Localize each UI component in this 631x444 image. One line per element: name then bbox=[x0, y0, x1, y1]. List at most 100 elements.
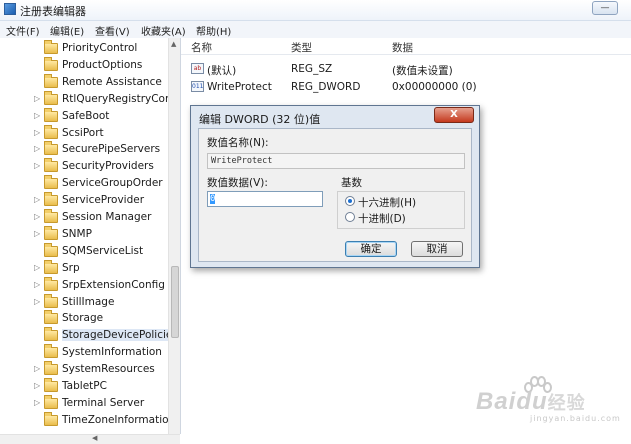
tree-item[interactable]: ▷ SrpExtensionConfig bbox=[0, 276, 170, 294]
expand-arrow-icon[interactable]: ▷ bbox=[34, 212, 40, 221]
tree-item[interactable]: ServiceGroupOrder bbox=[0, 175, 170, 192]
tree-item[interactable]: ▷ SNMP bbox=[0, 225, 170, 243]
value-row-default[interactable]: ab (默认) REG_SZ (数值未设置) bbox=[181, 60, 631, 78]
folder-icon bbox=[44, 209, 58, 223]
tree-item[interactable]: TimeZoneInformation bbox=[0, 411, 175, 429]
menu-favorites[interactable]: 收藏夹(A) bbox=[141, 23, 186, 38]
folder-icon bbox=[44, 344, 58, 359]
scroll-up-arrow-icon[interactable]: ▲ bbox=[171, 40, 176, 48]
tree-item-label: Terminal Server bbox=[62, 396, 145, 409]
value-data-input[interactable]: 0 bbox=[207, 191, 323, 207]
dialog-close-button[interactable]: X bbox=[434, 107, 474, 123]
column-header-data[interactable]: 数据 bbox=[392, 40, 413, 55]
tree-item-label: StillImage bbox=[62, 295, 115, 308]
tree-item-label: TabletPC bbox=[62, 380, 107, 392]
tree-item-label: SystemResources bbox=[62, 363, 155, 376]
tree-item[interactable]: ▷ RtlQueryRegistryConf bbox=[0, 90, 175, 108]
tree-item-label: ScsiPort bbox=[62, 126, 104, 139]
folder-icon bbox=[44, 56, 58, 71]
menu-help[interactable]: 帮助(H) bbox=[196, 23, 231, 38]
tree-vertical-scrollbar[interactable]: ▲ bbox=[168, 38, 180, 434]
tree-item-label: TimeZoneInformation bbox=[62, 413, 176, 426]
minimize-button[interactable]: — bbox=[592, 1, 618, 15]
expand-arrow-icon[interactable]: ▷ bbox=[34, 128, 40, 137]
registry-key-tree[interactable]: PriorityControl ProductOptions Remote Assi… bbox=[0, 38, 181, 434]
expand-arrow-icon[interactable]: ▷ bbox=[34, 161, 40, 170]
tree-item[interactable]: Remote Assistance bbox=[0, 73, 170, 91]
folder-icon bbox=[44, 141, 58, 156]
value-data: (数值未设置) bbox=[392, 65, 453, 77]
expand-arrow-icon[interactable]: ▷ bbox=[34, 364, 40, 373]
expand-arrow-icon[interactable]: ▷ bbox=[34, 144, 40, 153]
tree-item[interactable]: SQMServiceList bbox=[0, 242, 170, 260]
scroll-left-arrow-icon[interactable]: ◀ bbox=[92, 434, 97, 442]
tree-item[interactable]: ▷ Srp bbox=[0, 259, 170, 277]
tree-item[interactable]: ▷ StillImage bbox=[0, 293, 170, 311]
menu-edit[interactable]: 编辑(E) bbox=[50, 23, 84, 38]
tree-item[interactable]: ▷ TabletPC bbox=[0, 378, 170, 395]
value-data: 0x00000000 (0) bbox=[392, 81, 477, 93]
menu-view[interactable]: 查看(V) bbox=[95, 23, 130, 38]
tree-item[interactable]: ▷ ServiceProvider bbox=[0, 192, 170, 209]
tree-item[interactable]: ▷ ScsiPort bbox=[0, 124, 170, 142]
expand-arrow-icon[interactable]: ▷ bbox=[34, 263, 40, 272]
tree-item-label: SafeBoot bbox=[62, 109, 110, 122]
tree-item[interactable]: StorageDevicePolicies bbox=[0, 327, 178, 344]
watermark-brand: Baidu经验 bbox=[476, 388, 586, 415]
ok-button[interactable]: 确定 bbox=[345, 241, 397, 257]
edit-dword-dialog: 编辑 DWORD (32 位)值 X 数值名称(N): WriteProtect… bbox=[190, 105, 480, 268]
tree-item-label: SrpExtensionConfig bbox=[62, 278, 165, 291]
tree-item-label: Remote Assistance bbox=[62, 75, 162, 88]
expand-arrow-icon[interactable]: ▷ bbox=[34, 398, 40, 407]
tree-item[interactable]: ▷ SafeBoot bbox=[0, 107, 170, 125]
value-type: REG_DWORD bbox=[291, 81, 361, 93]
tree-item-label: RtlQueryRegistryConf bbox=[62, 92, 176, 105]
folder-icon bbox=[44, 73, 58, 88]
folder-icon bbox=[44, 327, 58, 342]
tree-item[interactable]: ProductOptions bbox=[0, 56, 170, 74]
expand-arrow-icon[interactable]: ▷ bbox=[34, 111, 40, 120]
tree-item-label: SNMP bbox=[62, 227, 92, 240]
menu-file[interactable]: 文件(F) bbox=[6, 23, 40, 38]
cancel-button[interactable]: 取消 bbox=[411, 241, 463, 257]
column-header-type[interactable]: 类型 bbox=[291, 40, 312, 55]
expand-arrow-icon[interactable]: ▷ bbox=[34, 280, 40, 289]
expand-arrow-icon[interactable]: ▷ bbox=[34, 297, 40, 306]
folder-icon bbox=[44, 276, 58, 291]
tree-item[interactable]: ▷ SystemResources bbox=[0, 361, 170, 378]
value-name-field: WriteProtect bbox=[207, 153, 465, 169]
tree-item[interactable]: ▷ Session Manager bbox=[0, 209, 170, 226]
tree-item[interactable]: PriorityControl bbox=[0, 40, 170, 57]
folder-icon bbox=[44, 378, 58, 392]
value-name-label: 数值名称(N): bbox=[207, 137, 269, 149]
tree-item[interactable]: SystemInformation bbox=[0, 344, 170, 361]
tree-item[interactable]: Storage bbox=[0, 310, 170, 327]
value-data-label: 数值数据(V): bbox=[207, 177, 268, 189]
scrollbar-thumb[interactable] bbox=[171, 266, 179, 338]
tree-item-label: SystemInformation bbox=[62, 346, 162, 359]
folder-icon bbox=[44, 225, 58, 240]
expand-arrow-icon[interactable]: ▷ bbox=[34, 195, 40, 204]
tree-item[interactable]: ▷ Terminal Server bbox=[0, 394, 170, 412]
radio-checked-icon[interactable] bbox=[345, 196, 355, 206]
folder-icon bbox=[44, 40, 58, 54]
expand-arrow-icon[interactable]: ▷ bbox=[34, 381, 40, 390]
value-name: WriteProtect bbox=[207, 81, 272, 93]
expand-arrow-icon[interactable]: ▷ bbox=[34, 94, 40, 103]
radio-unchecked-icon[interactable] bbox=[345, 212, 355, 222]
decimal-radio-label[interactable]: 十进制(D) bbox=[358, 211, 406, 226]
expand-arrow-icon[interactable]: ▷ bbox=[34, 229, 40, 238]
tree-item-label: Storage bbox=[62, 312, 104, 325]
value-name: (默认) bbox=[207, 65, 237, 77]
value-data-text: 0 bbox=[210, 194, 216, 204]
hex-radio-label[interactable]: 十六进制(H) bbox=[358, 195, 416, 210]
column-header-name[interactable]: 名称 bbox=[191, 40, 212, 55]
folder-icon bbox=[44, 90, 58, 105]
folder-icon bbox=[44, 158, 58, 173]
folder-icon bbox=[44, 310, 58, 325]
tree-item[interactable]: ▷ SecurityProviders bbox=[0, 158, 170, 175]
tree-item[interactable]: ▷ SecurePipeServers bbox=[0, 141, 170, 158]
folder-icon bbox=[44, 361, 58, 376]
value-row-writeprotect[interactable]: 011 WriteProtect REG_DWORD 0x00000000 (0… bbox=[181, 78, 631, 96]
string-value-icon: ab bbox=[191, 63, 204, 74]
